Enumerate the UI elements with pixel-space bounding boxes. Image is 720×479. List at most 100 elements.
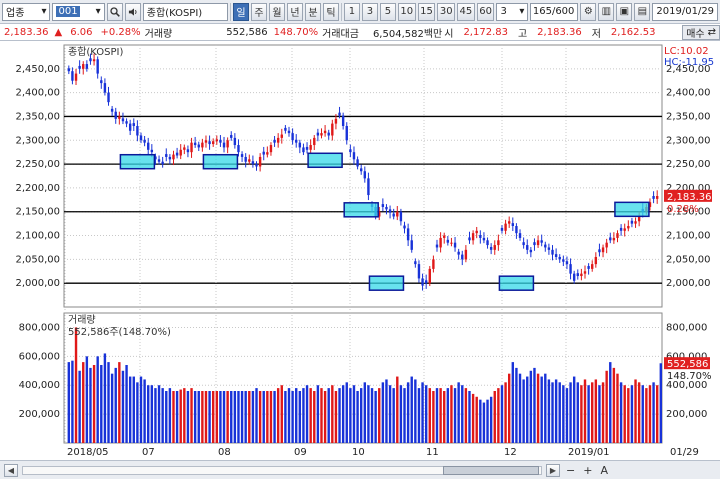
interval-30-button[interactable]: 30 [437, 2, 456, 21]
volume-bar [154, 388, 157, 443]
interval-1-button[interactable]: 1 [343, 2, 360, 21]
candle-body [533, 242, 536, 246]
volume-bar [378, 388, 381, 443]
volume-bar [540, 376, 543, 443]
candle-body [544, 244, 547, 248]
font-size-icon[interactable]: A [598, 464, 610, 477]
market-select[interactable]: 업종 ▾ [2, 2, 51, 21]
interval-45-button[interactable]: 45 [457, 2, 475, 21]
volume-bar [157, 385, 161, 443]
period-year-button[interactable]: 년 [286, 2, 303, 21]
count-field[interactable]: 165/600 [530, 2, 579, 21]
price-ytick-label-left: 2,000,00 [15, 278, 60, 289]
volume-ytick-label-left: 800,000 [19, 322, 60, 333]
candle-body [125, 121, 128, 124]
candle-body [71, 71, 74, 81]
hc-label: HC:-11.95 [664, 57, 714, 68]
volume-bar [587, 385, 590, 443]
price-ytick-label-right: 2,050,00 [666, 254, 711, 265]
volume-bar [511, 362, 515, 443]
volume-bar [165, 391, 168, 443]
current-price: 2,183.36 [4, 26, 49, 38]
interval-10-button[interactable]: 10 [397, 2, 416, 21]
interval-3-button[interactable]: 3 [361, 2, 378, 21]
date-field[interactable]: 2019/01/29 [652, 2, 719, 21]
candle-body [143, 139, 146, 143]
volume-bar [363, 382, 367, 443]
volume-bar [222, 391, 226, 443]
interval-5-button[interactable]: 5 [379, 2, 396, 21]
scroll-track[interactable] [22, 465, 542, 475]
period-week-button[interactable]: 주 [250, 2, 267, 21]
volume-bar [381, 382, 385, 443]
candle-body [558, 256, 561, 260]
chart-type-icon[interactable]: ▥ [598, 2, 615, 21]
candle-body [475, 230, 478, 234]
candle-body [482, 237, 486, 241]
volume-bar [446, 388, 450, 443]
chart-canvas[interactable]: 2,000,00 2,000,00 2,050,00 2,050,00 2,100,00… [0, 41, 720, 460]
save-icon[interactable]: ▣ [616, 2, 633, 21]
volume-bar [461, 385, 464, 443]
zoom-out-icon[interactable]: − [564, 464, 577, 477]
period-day-button[interactable]: 일 [232, 2, 249, 21]
volume-bar [323, 391, 327, 443]
volume-bar [168, 388, 172, 443]
candle-body [630, 220, 634, 224]
volume-bar [139, 376, 143, 443]
volume-bar [637, 382, 641, 443]
volume-bar [244, 391, 247, 443]
candle-body [652, 196, 655, 199]
volume-bar [71, 360, 74, 443]
volume-bar [266, 391, 269, 443]
period-month-button[interactable]: 월 [268, 2, 285, 21]
speaker-icon[interactable] [124, 2, 141, 21]
scroll-left-icon[interactable]: ◀ [4, 463, 18, 477]
period-minute-button[interactable]: 분 [304, 2, 321, 21]
candle-body [85, 64, 89, 69]
zoom-in-icon[interactable]: + [581, 464, 594, 477]
chart-area[interactable]: 2,000,00 2,000,00 2,050,00 2,050,00 2,100,00… [0, 41, 720, 460]
x-tick-label: 10 [352, 447, 365, 458]
candle-body [215, 139, 219, 142]
volume-bar [356, 391, 359, 443]
candle-body [627, 226, 630, 229]
amount-label: 거래대금 [322, 28, 359, 40]
price-ytick-label-left: 2,050,00 [15, 254, 60, 265]
interval-60-button[interactable]: 60 [476, 2, 495, 21]
volume-bar [392, 388, 395, 443]
volume-bar [219, 391, 222, 443]
candle-body [139, 135, 143, 141]
volume-bar [551, 382, 554, 443]
amount-value: 6,504,582백만 [372, 28, 443, 40]
volume-bar [103, 353, 107, 443]
volume-bar [406, 382, 410, 443]
volume-bar [518, 373, 522, 443]
buy-button[interactable]: 매수 ⇄ [682, 24, 720, 40]
candle-body [309, 145, 312, 150]
code-input[interactable]: 001 ▾ [52, 2, 105, 21]
price-ytick-label-left: 2,200,00 [15, 183, 60, 194]
settings-icon[interactable]: ⚙ [580, 2, 597, 21]
price-panel [63, 44, 663, 308]
print-icon[interactable]: ▤ [634, 2, 651, 21]
candle-body [410, 240, 413, 250]
volume-bar [327, 388, 330, 443]
scroll-right-icon[interactable]: ▶ [546, 463, 560, 477]
interval-15-button[interactable]: 15 [417, 2, 436, 21]
volume-bar [107, 362, 110, 443]
volume-bar [572, 376, 576, 443]
search-icon[interactable] [106, 2, 123, 21]
candle-body [331, 123, 334, 136]
period-tick-button[interactable]: 틱 [322, 2, 339, 21]
volume-bar [645, 388, 648, 443]
candle-body [183, 147, 186, 150]
scroll-thumb[interactable] [443, 465, 539, 475]
volume-bar [255, 388, 258, 443]
interval-select-value: 3 [500, 6, 507, 17]
candle-body [479, 235, 482, 238]
candle-body [359, 168, 363, 172]
volume-bar [659, 363, 663, 443]
interval-select[interactable]: 3 ▾ [496, 2, 529, 21]
candle-body [363, 171, 367, 179]
